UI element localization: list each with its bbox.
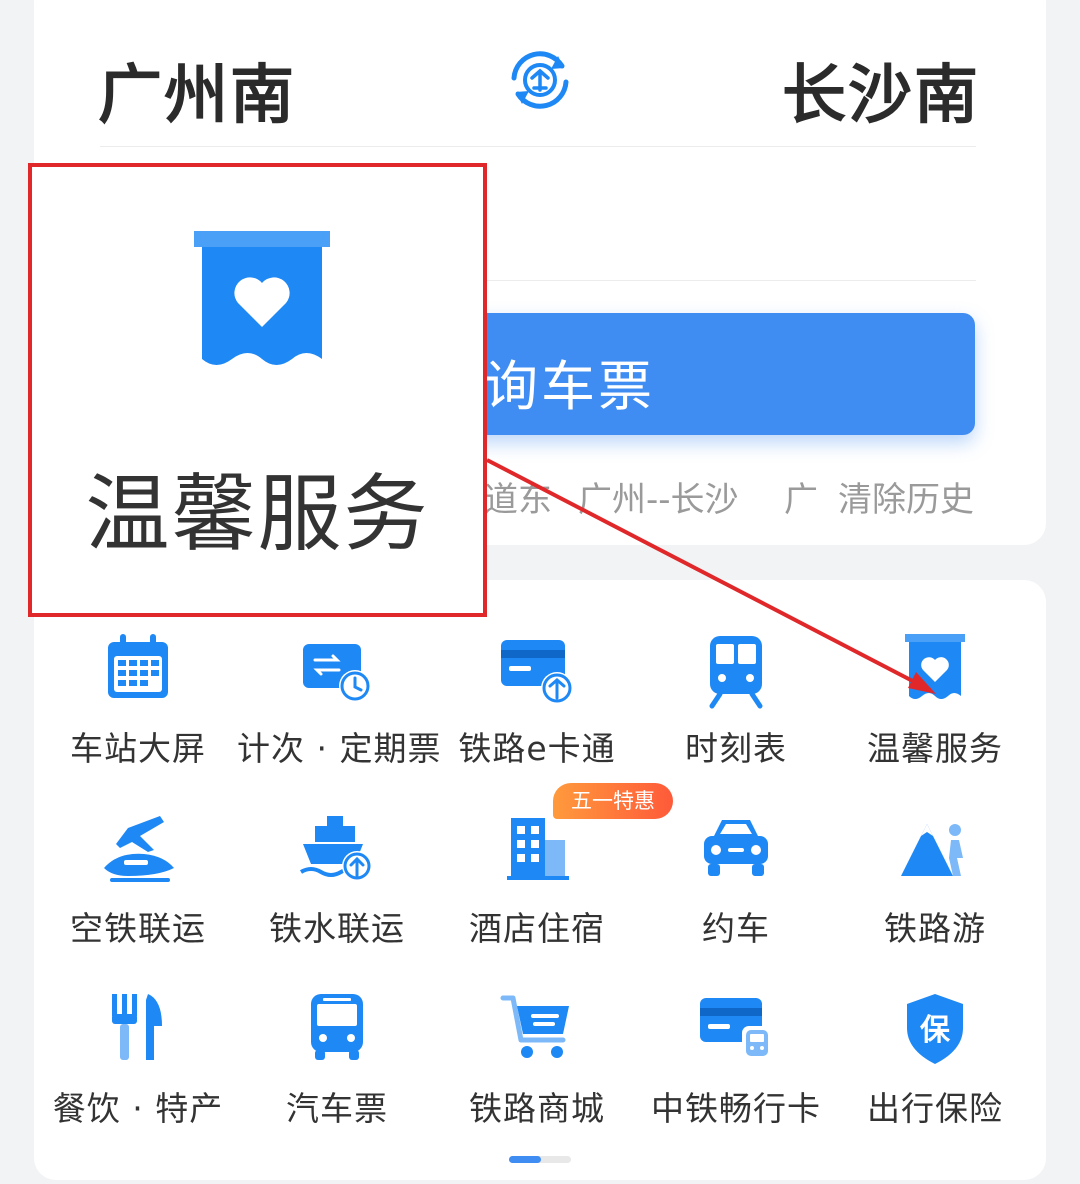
mountain-hiker-icon — [901, 824, 963, 876]
clear-history-link[interactable]: 清除历史 — [838, 472, 974, 521]
query-tickets-label: 询车票 — [484, 355, 655, 418]
grid-item-label: 餐饮 · 特产 — [52, 1089, 224, 1128]
grid-item-label: 铁路e卡通 — [458, 729, 616, 768]
page-indicator-active — [509, 1156, 541, 1163]
grid-item-rail-tour[interactable]: 铁路游 — [835, 810, 1035, 950]
grid-item-label: 约车 — [702, 909, 770, 948]
grid-item-bus-ticket[interactable]: 汽车票 — [237, 990, 437, 1130]
ticket-clock-icon — [303, 644, 371, 702]
fork-knife-icon — [112, 994, 162, 1060]
grid-item-label: 车站大屏 — [70, 729, 206, 768]
grid-item-hotel[interactable]: 酒店住宿 — [437, 810, 637, 950]
grid-item-dining[interactable]: 餐饮 · 特产 — [38, 990, 238, 1130]
hotel-building-icon — [507, 818, 569, 880]
from-station[interactable]: 广州南 — [98, 44, 296, 136]
calendar-screen-icon — [108, 634, 168, 698]
grid-item-label: 计次 · 定期票 — [237, 729, 442, 768]
ship-rail-icon — [299, 816, 372, 881]
grid-item-air-rail[interactable]: 空铁联运 — [38, 810, 238, 950]
train-front-icon — [709, 636, 763, 709]
grid-item-label: 铁路游 — [884, 909, 986, 948]
card-train-icon — [700, 998, 772, 1060]
heart-service-icon — [194, 231, 330, 365]
grid-item-rail-mall[interactable]: 铁路商城 — [437, 990, 637, 1130]
grid-item-label: 铁路商城 — [469, 1089, 605, 1128]
rail-card-icon — [501, 640, 573, 704]
grid-item-travel-insurance[interactable]: 保 出行保险 — [835, 990, 1035, 1130]
grid-item-label: 汽车票 — [286, 1089, 388, 1128]
grid-item-label: 时刻表 — [685, 729, 787, 768]
grid-item-label: 铁水联运 — [269, 909, 405, 948]
history-item[interactable]: 广 — [784, 472, 818, 521]
grid-item-rail-water[interactable]: 铁水联运 — [237, 810, 437, 950]
shopping-cart-icon — [500, 995, 569, 1058]
to-station[interactable]: 长沙南 — [782, 44, 980, 136]
plane-train-icon — [104, 816, 174, 882]
insurance-shield-icon: 保 — [907, 994, 963, 1064]
swap-stations-icon[interactable] — [504, 44, 576, 116]
grid-item-ride-hailing[interactable]: 约车 — [636, 810, 836, 950]
grid-item-label: 出行保险 — [867, 1089, 1003, 1128]
history-item[interactable]: 广州--长沙 — [578, 472, 739, 521]
zoom-callout-label: 温馨服务 — [85, 465, 430, 563]
history-item[interactable]: 道东 — [484, 472, 552, 521]
heart-service-icon — [905, 634, 965, 699]
svg-text:保: 保 — [920, 1013, 951, 1048]
bus-icon — [311, 994, 363, 1060]
grid-item-crt-card[interactable]: 中铁畅行卡 — [636, 990, 836, 1130]
zoom-callout: 温馨服务 — [28, 163, 487, 617]
grid-item-label: 酒店住宿 — [469, 909, 605, 948]
grid-item-label: 空铁联运 — [70, 909, 206, 948]
grid-item-label: 中铁畅行卡 — [651, 1089, 821, 1128]
grid-item-warm-service[interactable]: 温馨服务 — [835, 630, 1035, 770]
divider — [100, 146, 976, 147]
grid-item-periodic-ticket[interactable]: 计次 · 定期票 — [237, 630, 442, 770]
car-icon — [704, 820, 768, 876]
grid-item-label: 温馨服务 — [867, 729, 1003, 768]
grid-item-rail-ecard[interactable]: 铁路e卡通 — [437, 630, 637, 770]
grid-item-timetable[interactable]: 时刻表 — [636, 630, 836, 770]
grid-item-station-screen[interactable]: 车站大屏 — [38, 630, 238, 770]
